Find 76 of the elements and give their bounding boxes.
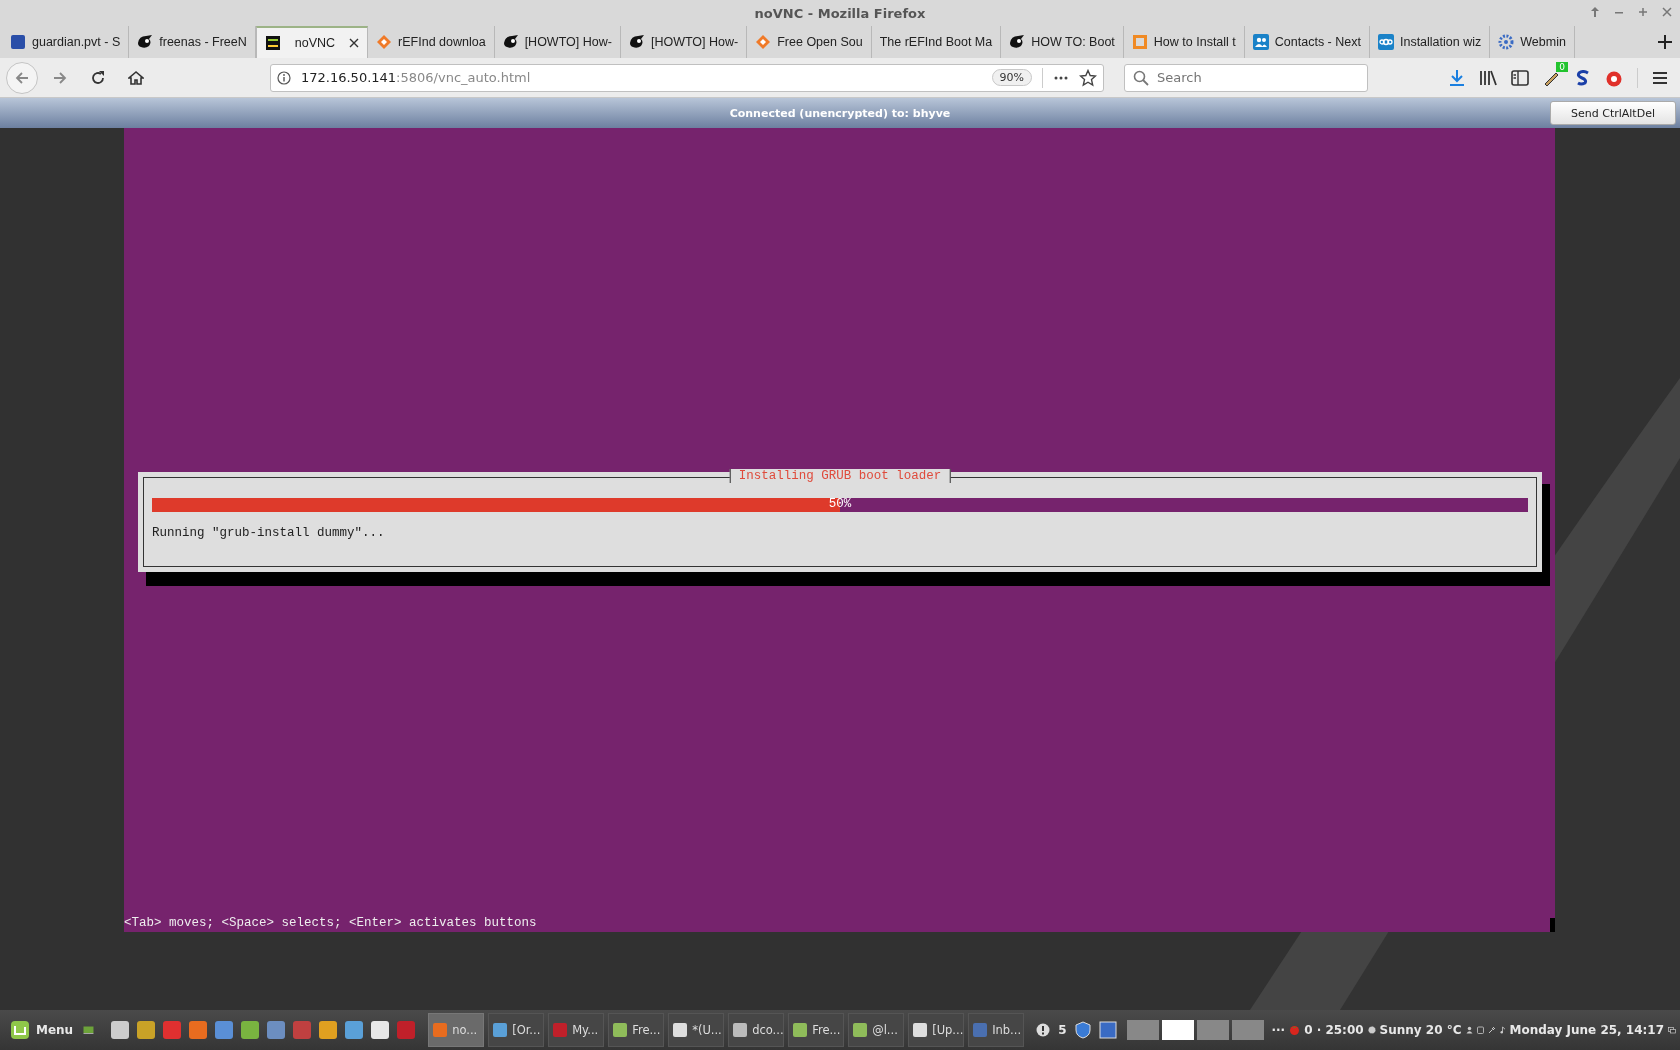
star-icon[interactable] <box>1079 68 1097 87</box>
status-message: Running "grub-install dummy"... <box>152 526 386 540</box>
window-title: noVNC - Mozilla Firefox <box>754 5 926 21</box>
progress-label: 50% <box>828 497 852 511</box>
workspace-button[interactable] <box>1161 1020 1194 1040</box>
app-icon[interactable] <box>912 1022 929 1038</box>
app-icon[interactable] <box>492 1022 509 1038</box>
logo-icon[interactable] <box>10 1020 30 1040</box>
weather-text[interactable]: Sunny 20 °C <box>1379 1023 1462 1037</box>
taskbar-window[interactable]: [Up... <box>908 1013 965 1047</box>
overflow-indicator[interactable]: ··· <box>1271 1023 1286 1037</box>
bird-icon <box>137 34 154 50</box>
taskbar-window[interactable]: Inb... <box>968 1013 1025 1047</box>
square-icon <box>10 34 26 50</box>
taskbar-window[interactable]: *(U... <box>668 1013 725 1047</box>
screen-icon[interactable] <box>1098 1021 1117 1039</box>
shield-icon[interactable] <box>1074 1021 1091 1039</box>
vnc-screen[interactable]: Installing GRUB boot loader 50% Running "grub-install dummy"... <Tab> moves; <Space> selects; <Enter> activates buttons <box>124 128 1555 932</box>
send-ctrl-alt-del-button[interactable]: Send CtrlAltDel <box>1550 101 1676 125</box>
taskbar-window[interactable]: [Or... <box>488 1013 545 1047</box>
app-launcher[interactable] <box>110 1020 131 1040</box>
taskbar-window[interactable]: @l... <box>848 1013 905 1047</box>
back-arrow-icon[interactable] <box>14 69 30 86</box>
gear-icon <box>1498 34 1515 50</box>
pomodoro-timer[interactable]: 0 · 25:00 <box>1304 1023 1364 1037</box>
download-icon[interactable] <box>1449 68 1465 87</box>
extension-badge: 0 <box>1556 61 1568 72</box>
app-icon[interactable] <box>612 1022 629 1038</box>
app-launcher[interactable] <box>344 1020 365 1040</box>
bird-icon <box>1009 34 1026 50</box>
reload-icon[interactable] <box>90 69 106 86</box>
sidebar-icon[interactable] <box>1511 69 1529 86</box>
notification-count[interactable]: 5 <box>1058 1023 1067 1037</box>
alert-icon[interactable] <box>1036 1023 1051 1037</box>
app-icon[interactable] <box>732 1022 749 1038</box>
taskbar-window[interactable]: Fre... <box>608 1013 665 1047</box>
taskbar-window[interactable]: no... <box>428 1013 485 1047</box>
app-icon[interactable] <box>672 1022 689 1038</box>
cursor-block <box>1550 918 1555 932</box>
library-icon[interactable] <box>1479 69 1497 86</box>
app-launcher[interactable] <box>370 1020 391 1040</box>
bird-icon <box>628 34 645 50</box>
zoom-level[interactable]: 90% <box>991 69 1032 86</box>
forward-arrow-icon[interactable] <box>52 69 68 86</box>
rings-icon <box>1377 34 1394 50</box>
app-icon[interactable] <box>852 1022 869 1038</box>
diamond-icon <box>376 34 393 50</box>
info-icon[interactable] <box>277 70 291 85</box>
app-icon[interactable] <box>792 1022 809 1038</box>
address-bar[interactable]: 172.16.50.141:5806/vnc_auto.html 90% <box>270 63 1104 92</box>
taskbar-window[interactable]: Fre... <box>788 1013 845 1047</box>
menu-button[interactable]: Menu <box>4 1014 80 1046</box>
pin-icon[interactable] <box>1590 6 1600 18</box>
search-icon <box>1133 69 1149 86</box>
extension-icon[interactable] <box>1575 69 1591 86</box>
back-button[interactable] <box>6 61 38 94</box>
people-icon <box>1252 34 1269 50</box>
dialog-title: Installing GRUB boot loader <box>729 469 951 483</box>
app-launcher[interactable] <box>318 1020 339 1040</box>
clock[interactable]: Monday June 25, 14:17 <box>1509 1023 1665 1037</box>
plus-icon[interactable] <box>1657 34 1673 50</box>
connection-status: Connected (unencrypted) to: bhyve <box>729 106 951 120</box>
close-icon[interactable] <box>349 38 360 48</box>
square-icon <box>264 35 281 51</box>
menu-icon[interactable] <box>1652 70 1668 85</box>
taskbar-window[interactable]: My... <box>548 1013 605 1047</box>
app-launcher[interactable] <box>136 1020 157 1040</box>
maximize-icon[interactable] <box>1638 6 1648 18</box>
bird-icon <box>502 34 519 50</box>
home-icon[interactable] <box>128 69 144 86</box>
search-field[interactable]: Search <box>1124 63 1368 92</box>
help-text: <Tab> moves; <Space> selects; <Enter> activates buttons <box>124 916 537 930</box>
taskbar-window[interactable]: dco... <box>728 1013 785 1047</box>
app-launcher[interactable] <box>240 1020 261 1040</box>
diamond-icon <box>755 34 772 50</box>
browser-tab[interactable]: noVNC <box>255 26 369 58</box>
